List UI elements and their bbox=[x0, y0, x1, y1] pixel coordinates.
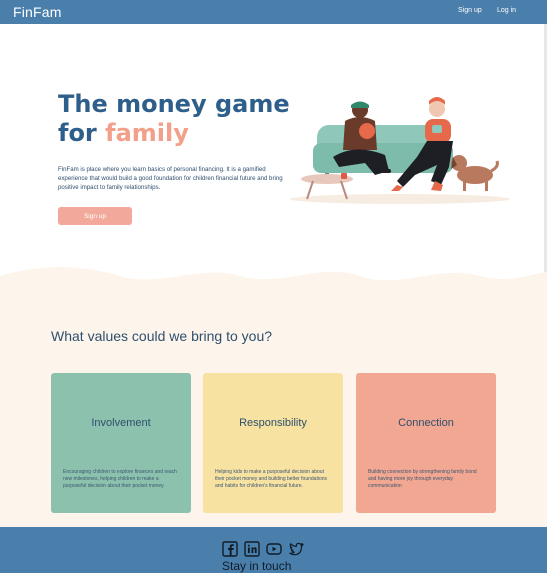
youtube-icon[interactable] bbox=[266, 541, 282, 557]
card-title: Responsibility bbox=[239, 417, 307, 429]
nav-signup-link[interactable]: Sign up bbox=[458, 7, 482, 14]
hero-title-line1: The money game bbox=[58, 90, 290, 118]
value-card-responsibility: Responsibility Helping kids to make a pu… bbox=[203, 373, 343, 513]
hero-title-accent: family bbox=[105, 119, 189, 147]
values-heading: What values could we bring to you? bbox=[51, 328, 273, 344]
twitter-icon[interactable] bbox=[288, 541, 304, 557]
nav-login-link[interactable]: Log in bbox=[497, 7, 516, 14]
card-description: Helping kids to make a purposeful decisi… bbox=[215, 469, 328, 489]
stay-in-touch-label: Stay in touch bbox=[222, 559, 292, 573]
card-description: Building connection by strengthening fam… bbox=[368, 469, 477, 489]
family-sofa-illustration bbox=[290, 97, 510, 204]
card-title: Connection bbox=[398, 417, 454, 429]
hero-description: FinFam is place where you learn basics o… bbox=[58, 166, 283, 192]
value-card-connection: Connection Building connection by streng… bbox=[356, 373, 496, 513]
value-card-involvement: Involvement Encouraging children to expl… bbox=[51, 373, 191, 513]
social-links bbox=[222, 541, 304, 557]
card-description: Encouraging children to explore finances… bbox=[63, 469, 177, 489]
facebook-icon[interactable] bbox=[222, 541, 238, 557]
top-navbar: FinFam Sign up Log in bbox=[0, 0, 547, 24]
card-title: Involvement bbox=[91, 417, 151, 429]
hero-title: The money game for family bbox=[58, 90, 290, 148]
linkedin-icon[interactable] bbox=[244, 541, 260, 557]
site-logo[interactable]: FinFam bbox=[13, 4, 62, 20]
hero-signup-button[interactable]: Sign up bbox=[58, 207, 132, 225]
hero-title-for: for bbox=[58, 119, 106, 147]
